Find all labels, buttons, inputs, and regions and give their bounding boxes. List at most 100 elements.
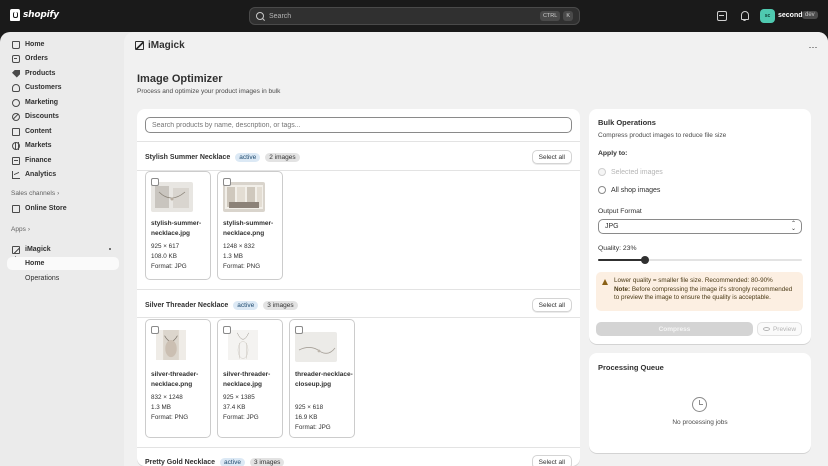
store-name[interactable]: second bbox=[778, 12, 803, 19]
image-checkbox[interactable] bbox=[295, 326, 303, 334]
select-all-button[interactable]: Select all bbox=[531, 298, 572, 312]
quality-slider[interactable] bbox=[598, 256, 802, 264]
analytics-icon bbox=[12, 170, 20, 179]
clock-icon bbox=[692, 397, 707, 412]
bulk-operations-title: Bulk Operations bbox=[598, 118, 656, 127]
preview-button[interactable]: Preview bbox=[757, 322, 802, 336]
status-badge: active bbox=[233, 300, 259, 310]
sidebar-item-content[interactable]: Content bbox=[7, 125, 119, 138]
select-all-button[interactable]: Select all bbox=[531, 150, 572, 164]
image-checkbox[interactable] bbox=[151, 326, 159, 334]
page-title: Image Optimizer bbox=[137, 73, 223, 85]
product-search-input[interactable] bbox=[145, 117, 572, 133]
sales-channels-label: Sales channels bbox=[11, 190, 56, 197]
imagick-icon bbox=[12, 245, 20, 254]
sidebar-item-finance[interactable]: Finance bbox=[7, 154, 119, 167]
image-size: 108.0 KB bbox=[151, 253, 177, 260]
bell-icon[interactable] bbox=[740, 11, 750, 21]
image-count-badge: 3 images bbox=[250, 457, 285, 466]
sidebar-item-label: Products bbox=[25, 70, 56, 77]
radio-selected-images[interactable]: Selected images bbox=[598, 168, 663, 176]
sidebar-item-online-store[interactable]: Online Store bbox=[7, 202, 119, 215]
image-card[interactable]: stylish-summer-necklace.png 1248 × 832 1… bbox=[217, 171, 283, 280]
sidebar-item-customers[interactable]: Customers bbox=[7, 81, 119, 94]
sidebar-item-orders[interactable]: Orders bbox=[7, 52, 119, 65]
product-list-card: Stylish Summer Necklace active 2 images … bbox=[137, 109, 580, 466]
compress-button[interactable]: Compress bbox=[596, 322, 753, 336]
radio-label: All shop images bbox=[611, 186, 661, 194]
sidebar-item-home[interactable]: Home bbox=[7, 38, 119, 51]
output-format-value: JPG bbox=[605, 223, 619, 230]
status-badge: active bbox=[220, 457, 246, 466]
output-format-label: Output Format bbox=[598, 208, 642, 215]
sidebar-subitem-home[interactable]: Home bbox=[7, 257, 119, 270]
image-format: Format: PNG bbox=[223, 263, 261, 270]
divider bbox=[137, 447, 580, 448]
content-icon bbox=[12, 127, 20, 136]
eye-icon bbox=[762, 327, 770, 331]
status-badge: active bbox=[235, 152, 261, 162]
sidebar-item-marketing[interactable]: Marketing bbox=[7, 96, 119, 109]
radio-all-shop-images[interactable]: All shop images bbox=[598, 186, 660, 194]
sidebar-item-products[interactable]: Products bbox=[7, 67, 119, 80]
sidebar-item-imagick[interactable]: iMagick bbox=[7, 243, 119, 256]
image-count-badge: 2 images bbox=[265, 152, 300, 162]
image-thumbnail bbox=[223, 182, 265, 212]
preview-label: Preview bbox=[772, 325, 797, 333]
image-checkbox[interactable] bbox=[223, 326, 231, 334]
product-name: Pretty Gold Necklace bbox=[145, 458, 216, 466]
radio-label: Selected images bbox=[611, 168, 663, 176]
select-all-button[interactable]: Select all bbox=[531, 455, 572, 466]
bulk-operations-card: Bulk Operations Compress product images … bbox=[589, 109, 811, 344]
image-thumbnail bbox=[228, 330, 258, 360]
page-subtitle: Process and optimize your product images… bbox=[137, 88, 281, 95]
sales-channels-header[interactable]: Sales channels › bbox=[11, 190, 59, 197]
warning-text: Lower quality = smaller file size. Recom… bbox=[614, 277, 799, 303]
quality-slider-thumb[interactable] bbox=[640, 256, 649, 264]
image-card[interactable]: silver-threader-necklace.jpg 925 × 1385 … bbox=[217, 319, 283, 438]
sidebar-item-label: Markets bbox=[25, 142, 52, 149]
select-chevron-icon: ⌃ ⌄ bbox=[790, 221, 796, 232]
apply-to-label: Apply to: bbox=[598, 150, 628, 157]
customers-icon bbox=[12, 83, 20, 92]
store-icon[interactable] bbox=[717, 11, 727, 21]
chevron-right-icon: › bbox=[27, 226, 30, 233]
main-content: iMagick ⋯ Image Optimizer Process and op… bbox=[124, 32, 828, 466]
global-search[interactable]: Search CTRL K bbox=[249, 7, 580, 25]
shopify-logo[interactable]: shopify bbox=[10, 9, 59, 21]
image-dimensions: 832 × 1248 bbox=[151, 394, 183, 401]
sidebar-item-label: Orders bbox=[25, 55, 48, 62]
sidebar-item-label: Content bbox=[25, 128, 52, 135]
sidebar-item-label: Discounts bbox=[25, 113, 59, 120]
radio-button[interactable] bbox=[598, 186, 606, 194]
sidebar-item-markets[interactable]: Markets bbox=[7, 139, 119, 152]
image-card[interactable]: silver-threader-necklace.png 832 × 1248 … bbox=[145, 319, 211, 438]
image-checkbox[interactable] bbox=[223, 178, 231, 186]
store-avatar[interactable]: sc bbox=[760, 9, 775, 23]
image-card[interactable]: threader-necklace-closeup.jpg 925 × 618 … bbox=[289, 319, 355, 438]
apps-header[interactable]: Apps › bbox=[11, 226, 30, 233]
quality-slider-fill bbox=[598, 259, 645, 261]
image-filename: stylish-summer-necklace.png bbox=[223, 220, 274, 237]
sidebar-item-analytics[interactable]: Analytics bbox=[7, 168, 119, 181]
sidebar-item-discounts[interactable]: Discounts bbox=[7, 110, 119, 123]
home-icon bbox=[12, 40, 20, 49]
marketing-icon bbox=[12, 98, 20, 107]
orders-icon bbox=[12, 54, 20, 63]
output-format-select[interactable]: JPG ⌃ ⌄ bbox=[598, 219, 802, 234]
radio-button[interactable] bbox=[598, 168, 606, 176]
image-checkbox[interactable] bbox=[151, 178, 159, 186]
sidebar-subitem-operations[interactable]: Operations bbox=[7, 272, 119, 285]
warning-note: Before compressing the image it's strong… bbox=[614, 285, 793, 302]
image-filename: threader-necklace-closeup.jpg bbox=[295, 371, 353, 388]
pin-dot-icon bbox=[109, 248, 111, 250]
sidebar-subitem-label: Home bbox=[25, 260, 45, 267]
search-placeholder: Search bbox=[269, 12, 292, 20]
markets-icon bbox=[12, 141, 20, 150]
more-icon[interactable]: ⋯ bbox=[809, 42, 819, 53]
image-card[interactable]: stylish-summer-necklace.jpg 925 × 617 10… bbox=[145, 171, 211, 280]
image-dimensions: 1248 × 832 bbox=[223, 243, 255, 250]
image-size: 1.3 MB bbox=[151, 404, 171, 411]
shortcut-hint: CTRL K bbox=[539, 11, 573, 21]
products-icon bbox=[12, 69, 20, 78]
